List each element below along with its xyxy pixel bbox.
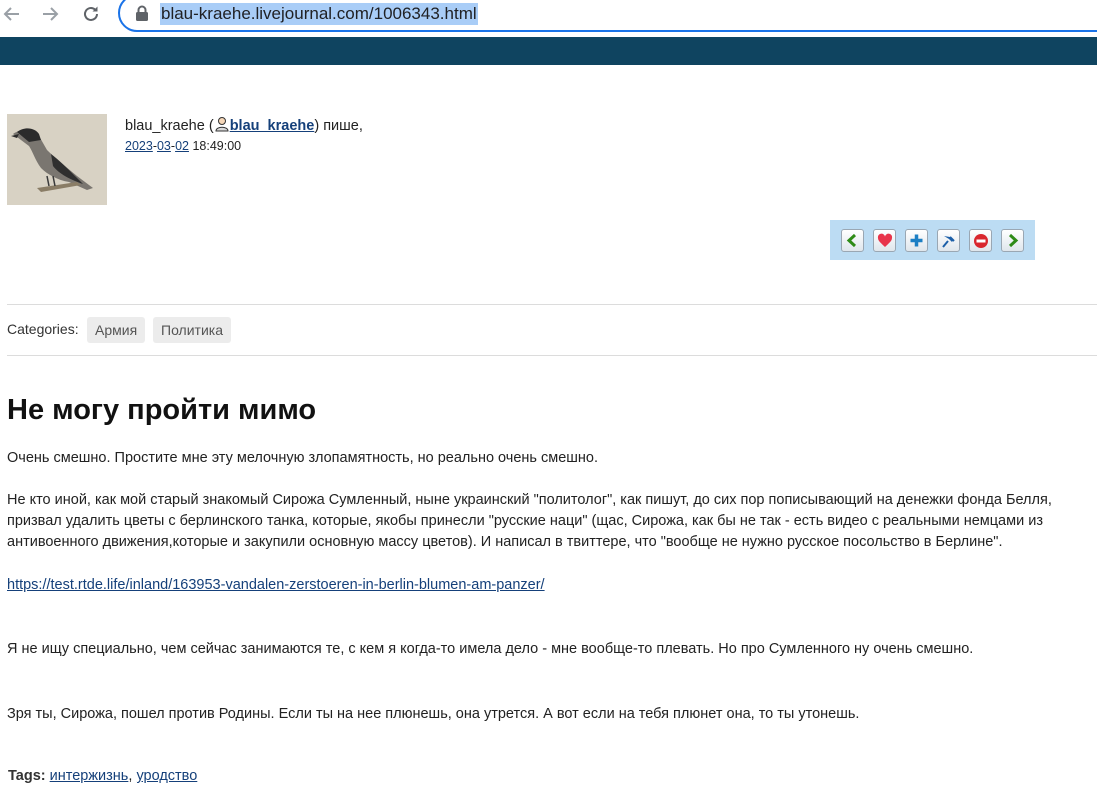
- plus-icon: [910, 234, 923, 247]
- pin-entry-button[interactable]: [937, 229, 960, 252]
- add-to-friends-button[interactable]: [905, 229, 928, 252]
- chevron-left-icon: [846, 233, 857, 248]
- minus-circle-icon: [973, 233, 988, 248]
- browser-toolbar: blau-kraehe.livejournal.com/1006343.html: [0, 0, 1097, 37]
- entry-actions-toolbar: [830, 220, 1035, 260]
- post-paragraph-2-line-3: антивоенного движения,которые и закупили…: [7, 534, 1003, 550]
- back-button[interactable]: [0, 2, 24, 26]
- post-paragraph-2-line-2: призвал удалить цветы с берлинского танк…: [7, 513, 1043, 529]
- author-user-link[interactable]: blau_kraehe: [230, 118, 315, 134]
- reload-icon: [84, 6, 98, 21]
- tags-label: Tags:: [8, 768, 46, 784]
- tag-link-urodstvo[interactable]: уродство: [136, 768, 197, 784]
- category-chip-politics[interactable]: Политика: [153, 317, 231, 343]
- forward-button[interactable]: [38, 2, 62, 26]
- category-chip-army[interactable]: Армия: [87, 317, 146, 343]
- previous-entry-button[interactable]: [841, 229, 864, 252]
- post-paragraph-4: Зря ты, Сирожа, пошел против Родины. Есл…: [7, 706, 860, 722]
- post-paragraph-3: Я не ищу специально, чем сейчас занимают…: [7, 641, 974, 657]
- tag-link-interzhizn[interactable]: интержизнь: [50, 768, 129, 784]
- post-paragraph-2-line-1: Не кто иной, как мой старый знакомый Сир…: [7, 492, 1052, 508]
- post-time: 18:49:00: [192, 139, 242, 153]
- site-header-band: [0, 37, 1097, 65]
- post-tags: Tags: интержизнь, уродство: [8, 768, 198, 784]
- block-button[interactable]: [969, 229, 992, 252]
- author-name: blau_kraehe: [125, 118, 205, 134]
- heart-icon: [877, 233, 892, 247]
- divider: [7, 355, 1097, 356]
- author-verb: пише,: [323, 118, 363, 134]
- categories-label: Categories:: [7, 321, 79, 337]
- arrow-right-icon: [43, 7, 59, 21]
- date-year-link[interactable]: 2023: [125, 139, 153, 153]
- post-paragraph-1: Очень смешно. Простите мне эту мелочную …: [7, 450, 599, 466]
- add-to-memories-button[interactable]: [873, 229, 896, 252]
- post-title: Не могу пройти мимо: [7, 394, 317, 426]
- url-text[interactable]: blau-kraehe.livejournal.com/1006343.html: [160, 3, 478, 25]
- date-day-link[interactable]: 02: [175, 139, 189, 153]
- author-line: blau_kraehe (blau_kraehe) пише,: [125, 116, 363, 134]
- next-entry-button[interactable]: [1001, 229, 1024, 252]
- post-link-line: https://test.rtde.life/inland/163953-van…: [7, 576, 545, 596]
- avatar[interactable]: [7, 114, 107, 205]
- crow-avatar-image: [7, 114, 107, 205]
- external-article-link[interactable]: https://test.rtde.life/inland/163953-van…: [7, 577, 545, 593]
- lock-icon: [136, 5, 148, 21]
- arrow-left-icon: [3, 7, 19, 21]
- divider: [7, 304, 1097, 305]
- post-date: 2023-03-02 18:49:00: [125, 139, 242, 153]
- reload-button[interactable]: [79, 2, 103, 26]
- user-icon[interactable]: [214, 116, 230, 132]
- chevron-right-icon: [1008, 233, 1019, 248]
- date-month-link[interactable]: 03: [157, 139, 171, 153]
- pin-icon: [941, 235, 955, 248]
